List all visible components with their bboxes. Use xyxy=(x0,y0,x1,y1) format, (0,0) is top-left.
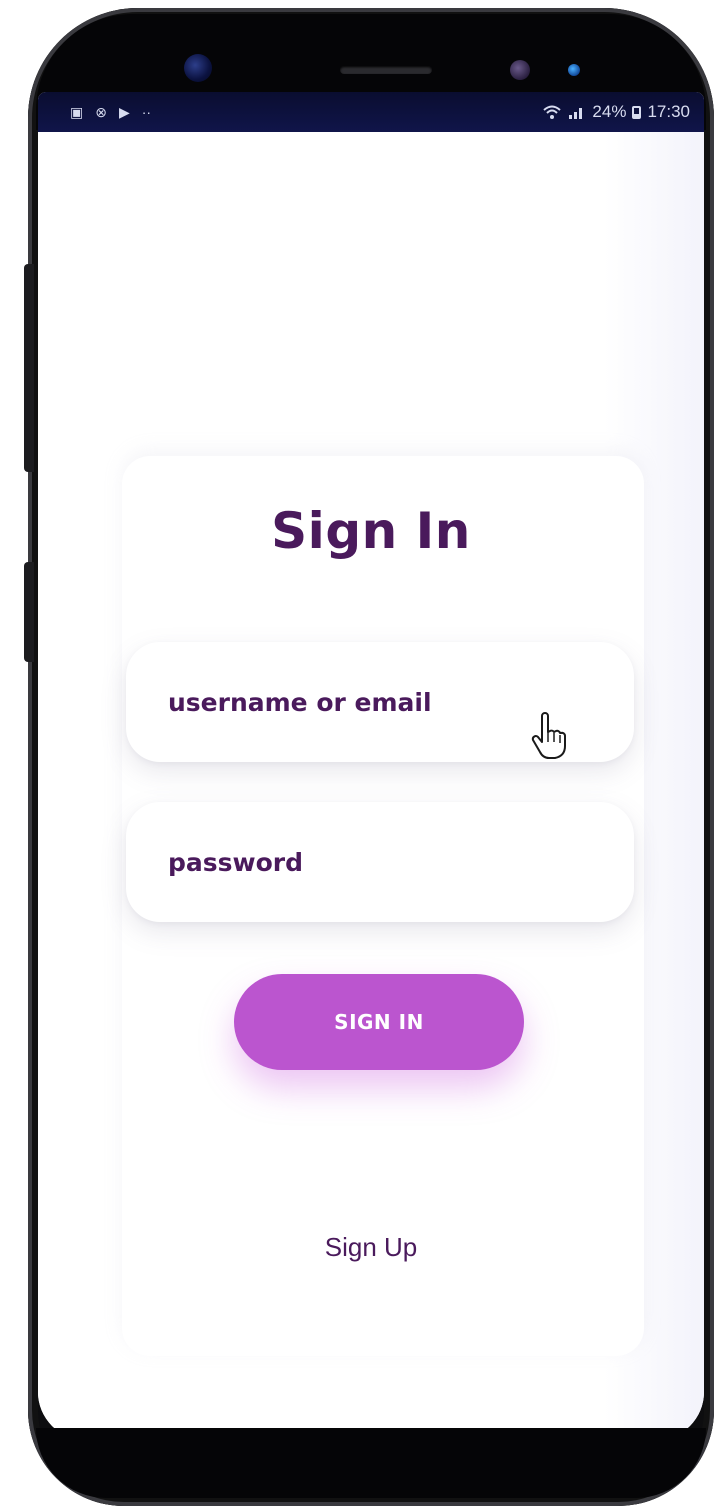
play-store-icon: ▶ xyxy=(118,104,130,120)
status-bar: ▣ ⊗ ▶ ·· 24% 17:30 xyxy=(38,92,704,132)
password-field[interactable]: password xyxy=(126,802,634,922)
phone-screen: ▣ ⊗ ▶ ·· 24% 17:30 Sign In username or e… xyxy=(38,92,704,1440)
status-right-icons: 24% 17:30 xyxy=(542,102,690,122)
hand-pointer-icon xyxy=(531,712,566,759)
more-dots-icon: ·· xyxy=(141,104,152,120)
bixby-key xyxy=(24,562,34,662)
password-placeholder: password xyxy=(168,847,304,877)
volume-key xyxy=(24,264,34,472)
username-placeholder: username or email xyxy=(168,687,432,717)
status-time: 17:30 xyxy=(647,102,690,121)
wifi-icon xyxy=(543,105,562,119)
earpiece-speaker xyxy=(340,66,432,74)
signin-button[interactable]: SIGN IN xyxy=(234,974,524,1070)
bottom-bezel xyxy=(36,1428,706,1498)
app-content: Sign In username or email password SIGN … xyxy=(38,132,704,1440)
sync-icon: ⊗ xyxy=(95,104,107,120)
page-title: Sign In xyxy=(271,502,471,560)
signal-icon xyxy=(569,108,583,119)
proximity-sensor-icon xyxy=(568,64,580,76)
signup-link[interactable]: Sign Up xyxy=(38,1232,704,1263)
phone-frame: ▣ ⊗ ▶ ·· 24% 17:30 Sign In username or e… xyxy=(28,8,714,1506)
gallery-icon: ▣ xyxy=(70,104,84,120)
battery-percent: 24% xyxy=(592,102,627,121)
battery-icon xyxy=(632,105,642,119)
status-left-icons: ▣ ⊗ ▶ ·· xyxy=(70,105,151,119)
iris-sensor-icon xyxy=(510,60,530,80)
front-camera-icon xyxy=(184,54,212,82)
